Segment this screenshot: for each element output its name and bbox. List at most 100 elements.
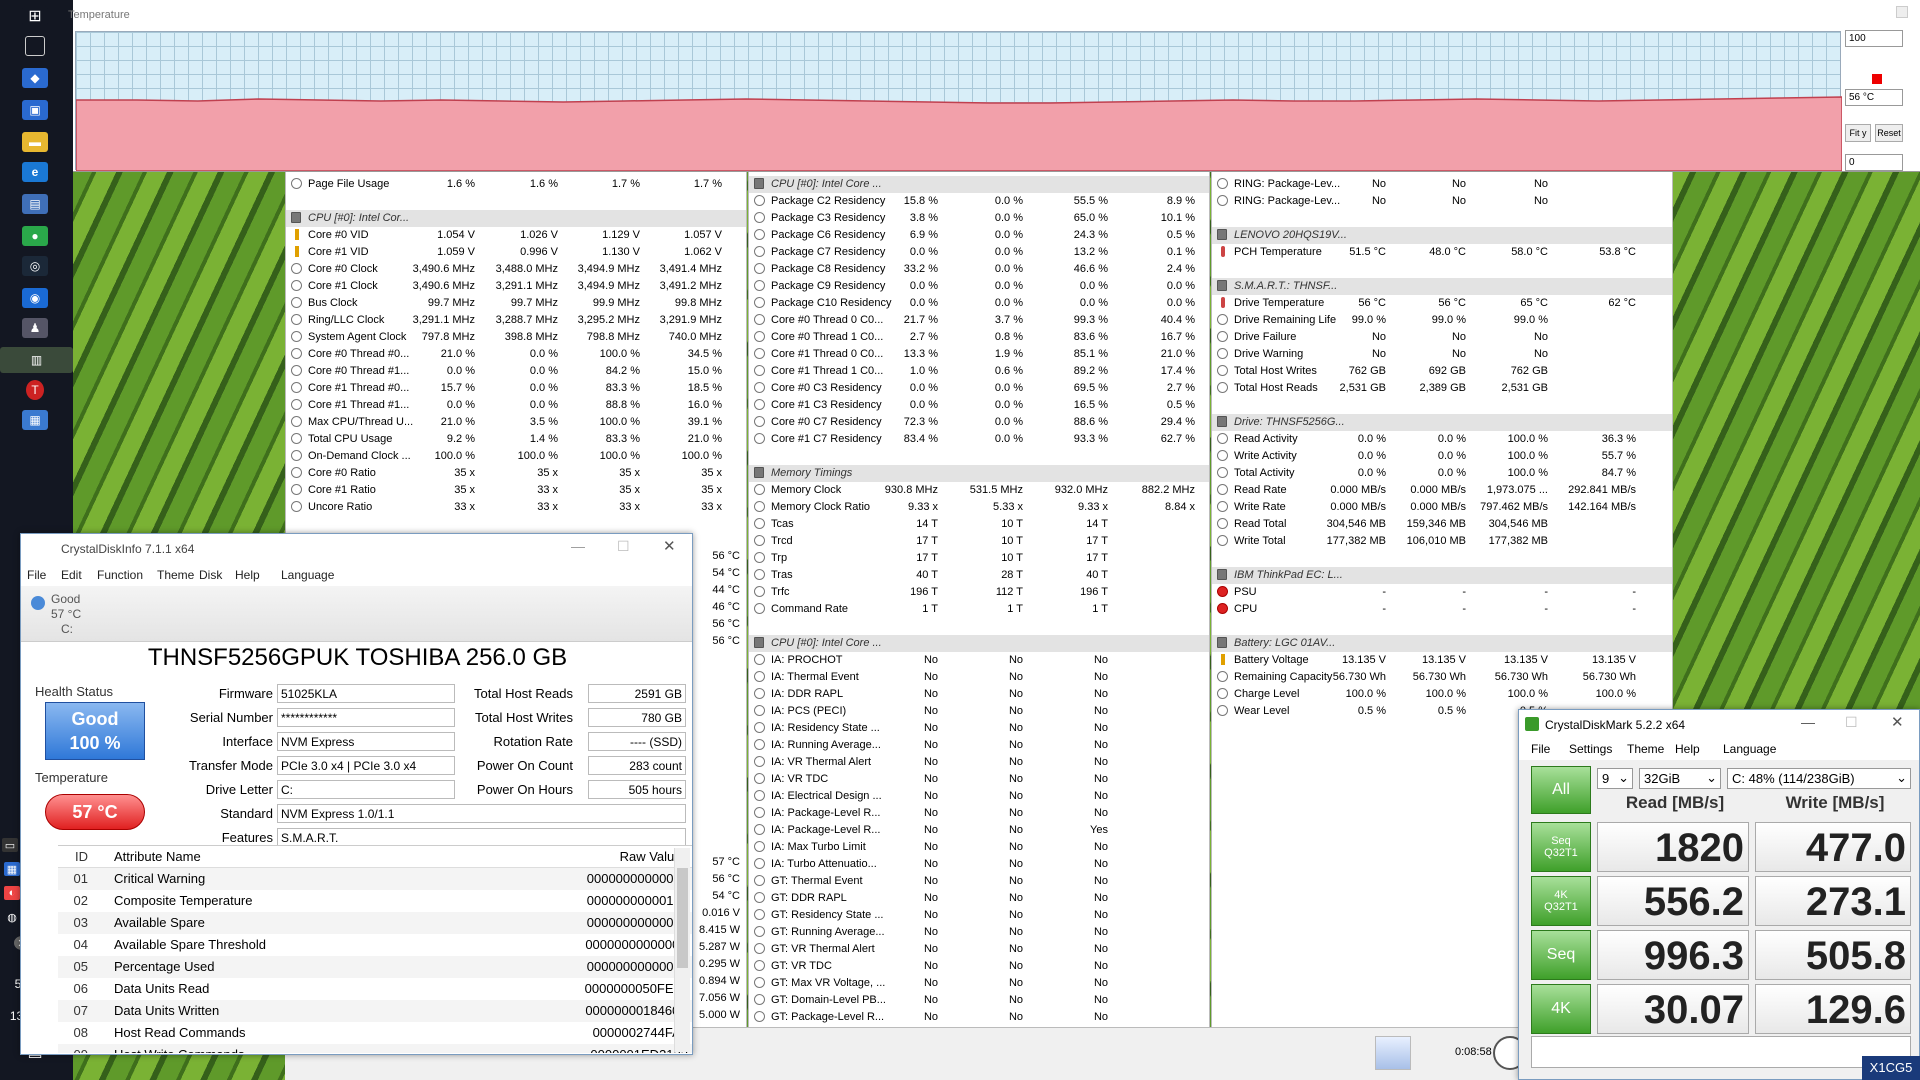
sensor-group-header[interactable]: CPU [#0]: Intel Cor... <box>286 210 746 227</box>
cdi-menu-language[interactable]: Language <box>281 568 334 582</box>
tray-app-icon[interactable]: ▦ <box>4 862 20 876</box>
sensor-row[interactable]: Read Activity 0.0 % 0.0 % 100.0 % 36.3 % <box>1212 431 1672 448</box>
sensor-row[interactable]: Package C10 Residency 0.0 % 0.0 % 0.0 % 0.0 … <box>749 295 1209 312</box>
sensor-row[interactable]: RING: Package-Lev... No No No <box>1212 176 1672 193</box>
sensor-row[interactable]: Core #1 Thread 0 C0... 13.3 % 1.9 % 85.1 % 2… <box>749 346 1209 363</box>
smart-row[interactable]: 05 Percentage Used 00000000000001 <box>58 956 692 978</box>
app-icon[interactable]: T <box>26 380 44 400</box>
sensor-spacer[interactable] <box>1212 618 1672 635</box>
disk-tab-c[interactable]: Good 57 °C C: <box>25 592 101 638</box>
sensor-row[interactable]: IA: Residency State ... No No No <box>749 720 1209 737</box>
test-button[interactable]: Seq Q32T1 <box>1531 822 1591 872</box>
fit-y-button[interactable]: Fit y <box>1845 124 1871 142</box>
cdi-menu-help[interactable]: Help <box>235 568 260 582</box>
sensor-group-header[interactable]: CPU [#0]: Intel Core ... <box>749 635 1209 652</box>
tray-app-icon[interactable]: ◍ <box>4 910 20 924</box>
sensor-row[interactable]: Write Rate 0.000 MB/s 0.000 MB/s 797.462 MB… <box>1212 499 1672 516</box>
smart-row[interactable]: 07 Data Units Written 0000000018460A <box>58 1000 692 1022</box>
file-explorer-icon[interactable]: ▬ <box>22 132 48 152</box>
start-icon[interactable]: ⊞ <box>22 6 48 26</box>
sensor-spacer[interactable] <box>749 618 1209 635</box>
app-icon[interactable]: ▣ <box>22 100 48 120</box>
sensor-row[interactable]: IA: PCS (PECI) No No No <box>749 703 1209 720</box>
sensor-row[interactable]: Total Host Reads 2,531 GB 2,389 GB 2,531 GB <box>1212 380 1672 397</box>
sensor-row[interactable]: Core #1 Thread #1... 0.0 % 0.0 % 88.8 % 16.0… <box>286 397 746 414</box>
sensor-row[interactable]: Trfc 196 T 112 T 196 T <box>749 584 1209 601</box>
sensor-row[interactable]: Memory Clock Ratio 9.33 x 5.33 x 9.33 x 8.84… <box>749 499 1209 516</box>
sensor-row[interactable]: Core #0 Thread 0 C0... 21.7 % 3.7 % 99.3 % 4… <box>749 312 1209 329</box>
minimize-icon[interactable]: — <box>1801 714 1815 730</box>
cdm-menu-file[interactable]: File <box>1531 742 1550 756</box>
sensor-row[interactable]: Package C2 Residency 15.8 % 0.0 % 55.5 % 8.9… <box>749 193 1209 210</box>
sensor-row[interactable]: Drive Remaining Life 99.0 % 99.0 % 99.0 % <box>1212 312 1672 329</box>
sensor-spacer[interactable] <box>286 193 746 210</box>
close-icon[interactable]: ✕ <box>1891 713 1904 731</box>
sensor-row[interactable]: Core #1 Thread #0... 15.7 % 0.0 % 83.3 % 18.… <box>286 380 746 397</box>
sensor-group-header[interactable]: LENOVO 20HQS19V... <box>1212 227 1672 244</box>
sensor-row[interactable]: Command Rate 1 T 1 T 1 T <box>749 601 1209 618</box>
sensor-row[interactable]: System Agent Clock 797.8 MHz 398.8 MHz 798.… <box>286 329 746 346</box>
sensor-group-header[interactable]: Battery: LGC 01AV... <box>1212 635 1672 652</box>
comment-field[interactable] <box>1531 1036 1911 1068</box>
sensor-row[interactable]: Core #0 Clock 3,490.6 MHz 3,488.0 MHz 3,494… <box>286 261 746 278</box>
sensor-row[interactable]: Tcas 14 T 10 T 14 T <box>749 516 1209 533</box>
app-icon[interactable]: ◉ <box>22 288 48 308</box>
sensor-row[interactable]: Trcd 17 T 10 T 17 T <box>749 533 1209 550</box>
smart-row[interactable]: 06 Data Units Read 0000000050FE73 <box>58 978 692 1000</box>
drive-select[interactable]: C: 48% (114/238GiB) ⌄ <box>1727 768 1911 789</box>
sensor-row[interactable]: Uncore Ratio 33 x 33 x 33 x 33 x <box>286 499 746 516</box>
sensor-row[interactable]: Core #0 Thread #0... 21.0 % 0.0 % 100.0 % 34… <box>286 346 746 363</box>
sensor-spacer[interactable] <box>1212 397 1672 414</box>
smart-row[interactable]: 01 Critical Warning 00000000000000 <box>58 868 692 890</box>
sensor-spacer[interactable] <box>749 448 1209 465</box>
maximize-icon[interactable]: ☐ <box>617 538 630 555</box>
sensor-row[interactable]: GT: Running Average... No No No <box>749 924 1209 941</box>
cdm-menu-theme[interactable]: Theme <box>1627 742 1664 756</box>
sensor-spacer[interactable] <box>1212 261 1672 278</box>
cdi-menu-function[interactable]: Function <box>97 568 143 582</box>
sensor-row[interactable]: GT: Max VR Voltage, ... No No No <box>749 975 1209 992</box>
cdi-menu-theme[interactable]: Theme <box>157 568 194 582</box>
sensor-row[interactable]: GT: Domain-Level PB... No No No <box>749 992 1209 1009</box>
sensor-row[interactable]: Drive Failure No No No <box>1212 329 1672 346</box>
sensor-row[interactable]: IA: DDR RAPL No No No <box>749 686 1209 703</box>
sensor-row[interactable]: Core #0 Thread #1... 0.0 % 0.0 % 84.2 % 15.0… <box>286 363 746 380</box>
size-select[interactable]: 32GiB ⌄ <box>1639 768 1721 789</box>
sensor-row[interactable]: PCH Temperature 51.5 °C 48.0 °C 58.0 °C 53.8… <box>1212 244 1672 261</box>
smart-col-name[interactable]: Attribute Name <box>114 849 201 864</box>
series-color-swatch[interactable] <box>1872 74 1882 84</box>
smart-row[interactable]: 02 Composite Temperature 00000000000150 <box>58 890 692 912</box>
cdm-menu-language[interactable]: Language <box>1723 742 1776 756</box>
sensor-row[interactable]: Package C8 Residency 33.2 % 0.0 % 46.6 % 2.4… <box>749 261 1209 278</box>
sensor-row[interactable]: Package C9 Residency 0.0 % 0.0 % 0.0 % 0.0 % <box>749 278 1209 295</box>
cdi-menu-edit[interactable]: Edit <box>61 568 82 582</box>
sensor-row[interactable]: IA: PROCHOT No No No <box>749 652 1209 669</box>
sensor-row[interactable]: IA: VR TDC No No No <box>749 771 1209 788</box>
sensor-row[interactable]: PSU - - - - <box>1212 584 1672 601</box>
cdi-menu-file[interactable]: File <box>27 568 46 582</box>
graph-close-icon[interactable] <box>1896 6 1908 18</box>
sensor-row[interactable]: Total Host Writes 762 GB 692 GB 762 GB <box>1212 363 1672 380</box>
sensor-row[interactable]: Drive Temperature 56 °C 56 °C 65 °C 62 °C <box>1212 295 1672 312</box>
smart-row[interactable]: 08 Host Read Commands 0000002744FA3 <box>58 1022 692 1044</box>
sensor-row[interactable]: Core #0 VID 1.054 V 1.026 V 1.129 V 1.057 V <box>286 227 746 244</box>
sensor-row[interactable]: Core #0 Thread 1 C0... 2.7 % 0.8 % 83.6 % 16… <box>749 329 1209 346</box>
sensor-row[interactable]: Core #1 C7 Residency 83.4 % 0.0 % 93.3 % 62.… <box>749 431 1209 448</box>
graph-max-field[interactable]: 100 <box>1845 30 1903 47</box>
reset-button[interactable]: Reset <box>1875 124 1903 142</box>
sensor-group-header[interactable]: S.M.A.R.T.: THNSF... <box>1212 278 1672 295</box>
sensor-row[interactable]: Tras 40 T 28 T 40 T <box>749 567 1209 584</box>
sensor-group-header[interactable]: IBM ThinkPad EC: L... <box>1212 567 1672 584</box>
sensor-group-header[interactable]: Memory Timings <box>749 465 1209 482</box>
test-button[interactable]: 4K Q32T1 <box>1531 876 1591 926</box>
sensor-row[interactable]: Read Rate 0.000 MB/s 0.000 MB/s 1,973.075 .… <box>1212 482 1672 499</box>
chrome-icon[interactable]: ◐ <box>4 886 20 900</box>
sensor-row[interactable]: Ring/LLC Clock 3,291.1 MHz 3,288.7 MHz 3,29… <box>286 312 746 329</box>
edge-icon[interactable]: e <box>22 162 48 182</box>
sensor-row[interactable]: IA: Electrical Design ... No No No <box>749 788 1209 805</box>
graph-min-field[interactable]: 0 <box>1845 154 1903 171</box>
app-icon[interactable]: ▦ <box>22 410 48 430</box>
test-button[interactable]: 4K <box>1531 984 1591 1034</box>
sensor-row[interactable]: CPU - - - - <box>1212 601 1672 618</box>
cdi-menu-disk[interactable]: Disk <box>199 568 222 582</box>
